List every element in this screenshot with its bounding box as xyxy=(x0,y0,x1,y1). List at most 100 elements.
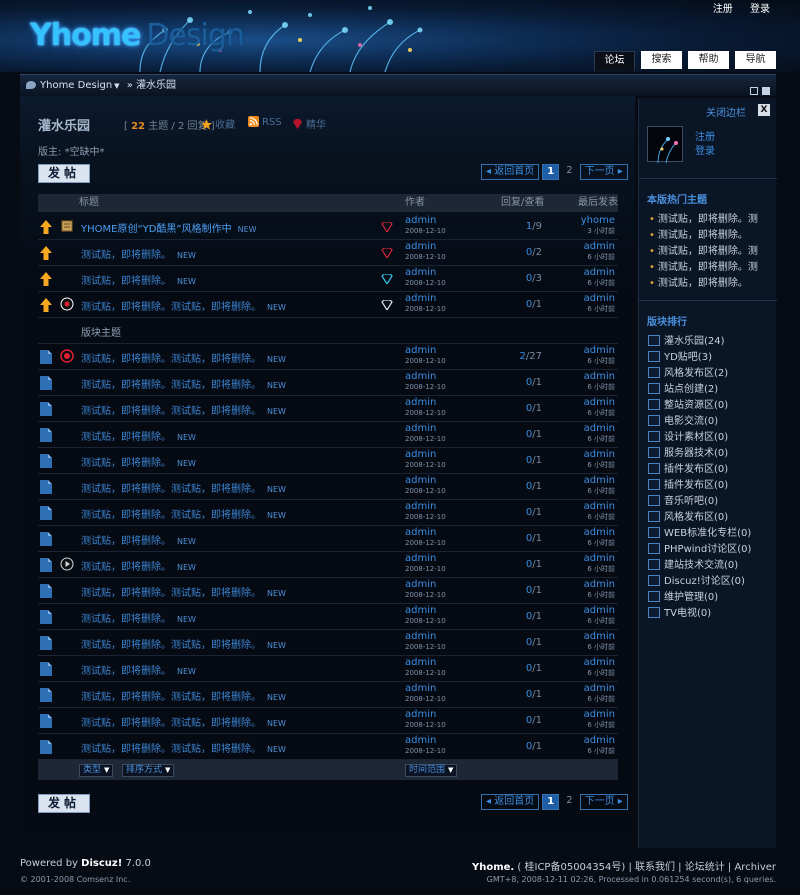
nav-tab-help[interactable]: 帮助 xyxy=(688,51,729,69)
thread-title[interactable]: 测试贴，即将删除。 NEW xyxy=(81,558,196,573)
hot-topic-item[interactable]: 测试贴，即将删除。测 xyxy=(649,242,758,257)
ranking-item[interactable]: TV电视(0) xyxy=(648,604,711,619)
type-filter[interactable]: 类型 ▼ xyxy=(79,764,114,777)
last-poster[interactable]: admin xyxy=(584,683,615,694)
icp-link[interactable]: ( 桂ICP备05004354号) xyxy=(517,862,625,873)
stats-link[interactable]: 论坛统计 xyxy=(685,862,725,873)
close-sidebar-link[interactable]: 关闭边栏 xyxy=(706,104,746,119)
thread-title[interactable]: 测试贴，即将删除。测试贴，即将删除。 NEW xyxy=(81,350,286,365)
thread-title[interactable]: 测试贴，即将删除。 NEW xyxy=(81,272,196,287)
last-poster[interactable]: admin xyxy=(584,267,615,278)
last-poster[interactable]: admin xyxy=(584,397,615,408)
last-poster[interactable]: admin xyxy=(584,371,615,382)
author-name[interactable]: admin xyxy=(405,423,446,434)
nav-tab-forum[interactable]: 论坛 xyxy=(594,51,635,71)
last-poster[interactable]: admin xyxy=(584,579,615,590)
thread-title[interactable]: 测试贴，即将删除。 NEW xyxy=(81,454,196,469)
ranking-item[interactable]: PHPwind讨论区(0) xyxy=(648,540,751,555)
author-name[interactable]: admin xyxy=(405,735,446,746)
last-poster[interactable]: yhome xyxy=(581,215,615,226)
ranking-item[interactable]: 维护管理(0) xyxy=(648,588,718,603)
thread-title[interactable]: 测试贴，即将删除。测试贴，即将删除。 NEW xyxy=(81,480,286,495)
ranking-item[interactable]: WEB标准化专栏(0) xyxy=(648,524,751,539)
author-name[interactable]: admin xyxy=(405,605,446,616)
last-poster[interactable]: admin xyxy=(584,605,615,616)
digest-link[interactable]: 精华 xyxy=(292,116,326,131)
hot-topic-item[interactable]: 测试贴，即将删除。 xyxy=(649,226,748,241)
author-name[interactable]: admin xyxy=(405,293,446,304)
last-poster[interactable]: admin xyxy=(584,345,615,356)
caret-down-icon[interactable]: ▼ xyxy=(114,82,119,90)
last-poster[interactable]: admin xyxy=(584,449,615,460)
author-name[interactable]: admin xyxy=(405,345,446,356)
register-link[interactable]: 注册 xyxy=(713,4,733,15)
author-name[interactable]: admin xyxy=(405,527,446,538)
author-name[interactable]: admin xyxy=(405,631,446,642)
ranking-item[interactable]: Discuz!讨论区(0) xyxy=(648,572,745,587)
last-poster[interactable]: admin xyxy=(584,553,615,564)
ranking-item[interactable]: YD贴吧(3) xyxy=(648,348,712,363)
author-name[interactable]: admin xyxy=(405,553,446,564)
author-name[interactable]: admin xyxy=(405,501,446,512)
breadcrumb-root[interactable]: Yhome Design xyxy=(40,80,112,91)
pager-back-home-bottom[interactable]: ◂ 返回首页 xyxy=(481,794,540,810)
archiver-link[interactable]: Archiver xyxy=(734,862,776,873)
pager-next-bottom[interactable]: 下一页 ▸ xyxy=(579,794,628,810)
author-name[interactable]: admin xyxy=(405,709,446,720)
hot-topic-item[interactable]: 测试贴，即将删除。测 xyxy=(649,210,758,225)
last-poster[interactable]: admin xyxy=(584,501,615,512)
thread-title[interactable]: 测试贴，即将删除。测试贴，即将删除。 NEW xyxy=(81,688,286,703)
discuz-link[interactable]: Discuz! xyxy=(81,858,122,869)
close-icon[interactable]: X xyxy=(758,104,770,116)
author-name[interactable]: admin xyxy=(405,371,446,382)
last-poster[interactable]: admin xyxy=(584,709,615,720)
pager-page-2[interactable]: 2 xyxy=(562,164,576,180)
last-poster[interactable]: admin xyxy=(584,423,615,434)
new-post-button-bottom[interactable]: 发帖 xyxy=(38,794,90,813)
ranking-item[interactable]: 建站技术交流(0) xyxy=(648,556,738,571)
thread-title[interactable]: 测试贴，即将删除。测试贴，即将删除。 NEW xyxy=(81,636,286,651)
author-name[interactable]: admin xyxy=(405,241,446,252)
ranking-item[interactable]: 风格发布区(2) xyxy=(648,364,728,379)
ranking-item[interactable]: 整站资源区(0) xyxy=(648,396,728,411)
author-name[interactable]: admin xyxy=(405,657,446,668)
sidebar-register-link[interactable]: 注册 xyxy=(695,128,715,143)
pager-page-2-bottom[interactable]: 2 xyxy=(562,794,576,810)
rss-link[interactable]: RSS xyxy=(248,116,282,128)
new-post-button[interactable]: 发帖 xyxy=(38,164,90,183)
pager-next[interactable]: 下一页 ▸ xyxy=(579,164,628,180)
time-range-filter[interactable]: 时间范围 ▼ xyxy=(405,764,458,777)
last-poster[interactable]: admin xyxy=(584,657,615,668)
favorite-link[interactable]: 收藏 xyxy=(201,116,235,131)
author-name[interactable]: admin xyxy=(405,683,446,694)
thread-title[interactable]: 测试贴，即将删除。 NEW xyxy=(81,428,196,443)
sidebar-login-link[interactable]: 登录 xyxy=(695,142,715,157)
author-name[interactable]: admin xyxy=(405,397,446,408)
last-poster[interactable]: admin xyxy=(584,241,615,252)
ranking-item[interactable]: 灌水乐园(24) xyxy=(648,332,725,347)
thread-title[interactable]: 测试贴，即将删除。测试贴，即将删除。 NEW xyxy=(81,402,286,417)
thread-title[interactable]: 测试贴，即将删除。 NEW xyxy=(81,246,196,261)
author-name[interactable]: admin xyxy=(405,449,446,460)
ranking-item[interactable]: 站点创建(2) xyxy=(648,380,718,395)
last-poster[interactable]: admin xyxy=(584,475,615,486)
last-poster[interactable]: admin xyxy=(584,735,615,746)
author-name[interactable]: admin xyxy=(405,215,446,226)
login-link[interactable]: 登录 xyxy=(750,4,770,15)
ranking-item[interactable]: 设计素材区(0) xyxy=(648,428,728,443)
ranking-item[interactable]: 插件发布区(0) xyxy=(648,476,728,491)
last-poster[interactable]: admin xyxy=(584,527,615,538)
thread-title[interactable]: 测试贴，即将删除。测试贴，即将删除。 NEW xyxy=(81,714,286,729)
thread-title[interactable]: YHOME原创“YD酷黑”风格制作中 NEW xyxy=(81,220,257,235)
site-logo[interactable]: Yhome Design xyxy=(30,18,245,53)
narrow-layout-icon[interactable] xyxy=(750,87,758,95)
site-name[interactable]: Yhome. xyxy=(472,862,514,873)
ranking-item[interactable]: 服务器技术(0) xyxy=(648,444,728,459)
nav-tab-navigation[interactable]: 导航 xyxy=(735,51,776,69)
hot-topic-item[interactable]: 测试贴，即将删除。 xyxy=(649,274,748,289)
thread-title[interactable]: 测试贴，即将删除。测试贴，即将删除。 NEW xyxy=(81,740,286,755)
author-name[interactable]: admin xyxy=(405,579,446,590)
author-name[interactable]: admin xyxy=(405,475,446,486)
thread-title[interactable]: 测试贴，即将删除。 NEW xyxy=(81,662,196,677)
wide-layout-icon[interactable] xyxy=(762,87,770,95)
